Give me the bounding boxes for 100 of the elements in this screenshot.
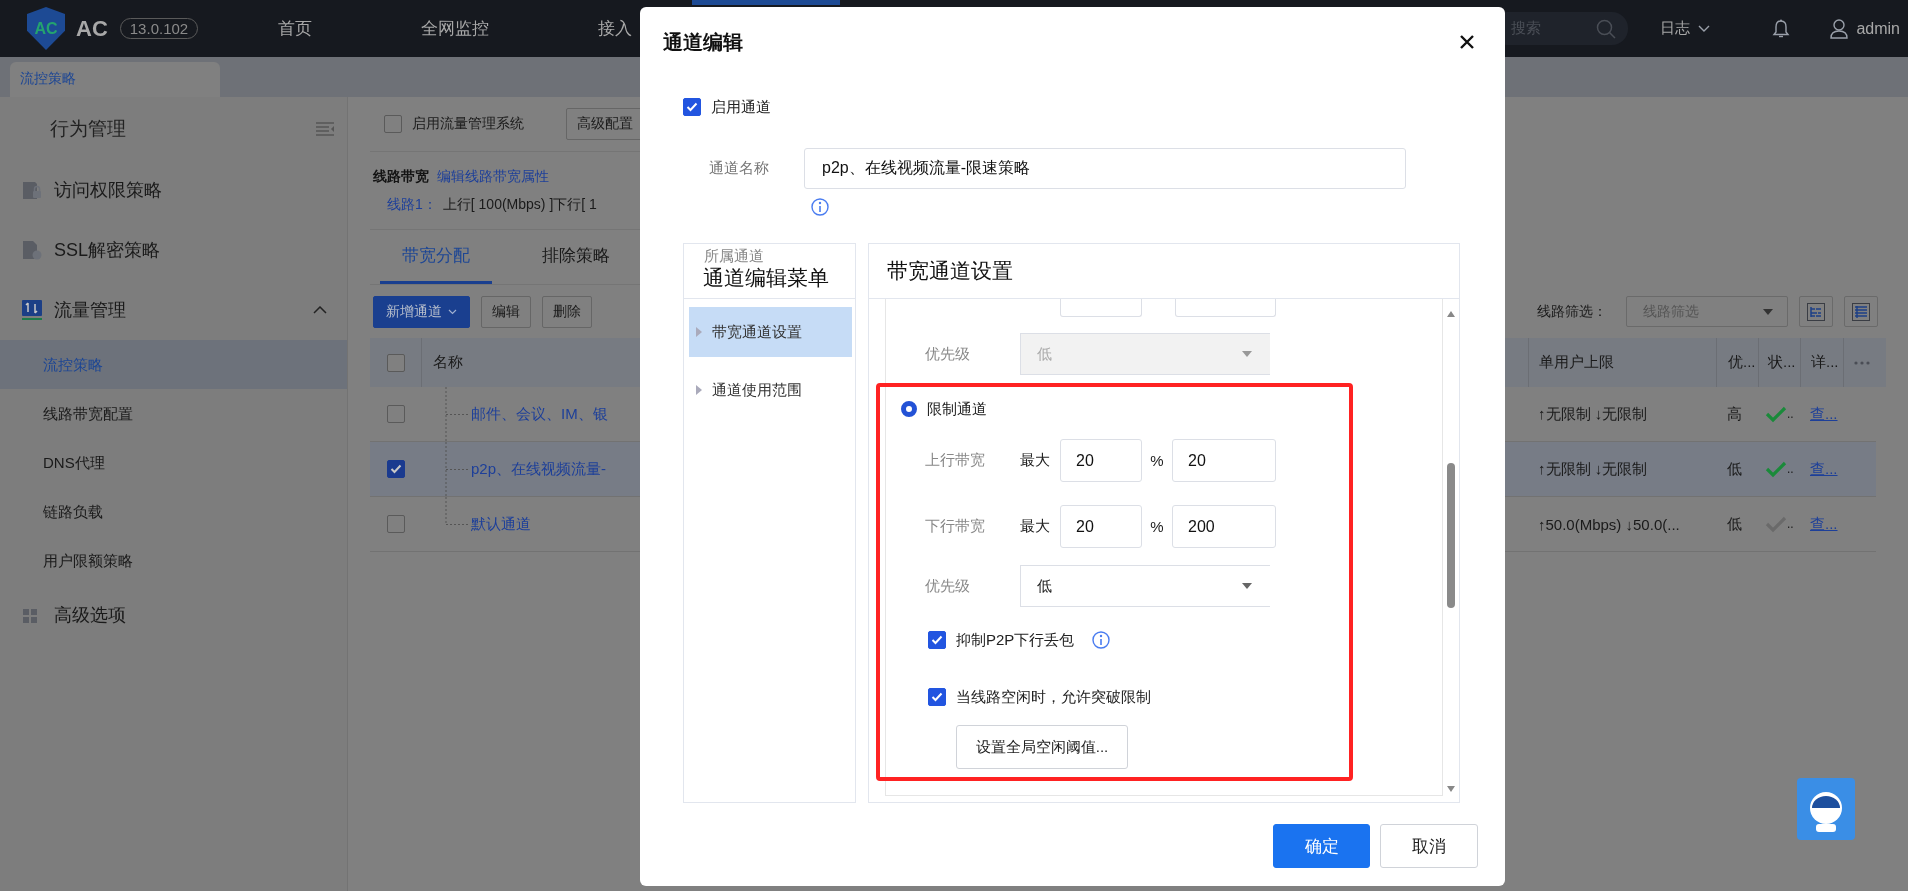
user-icon — [1830, 18, 1849, 39]
column-header: 详... — [1800, 338, 1843, 387]
field-label: 所属通道 — [704, 247, 765, 264]
checkbox[interactable] — [384, 115, 402, 133]
priority-select[interactable]: 低 — [1020, 565, 1270, 607]
input-field[interactable]: p2p、在线视频流量-限速策略 — [804, 148, 1406, 189]
checkbox[interactable] — [386, 515, 405, 533]
sidebar-subitem[interactable]: 线路带宽配置 — [0, 389, 347, 438]
checkbox[interactable] — [928, 631, 946, 649]
sidebar-item[interactable]: 流量管理 — [0, 280, 347, 340]
collapse-menu-icon[interactable] — [316, 121, 334, 136]
input-field[interactable]: 20 — [1060, 505, 1142, 548]
sidebar-item[interactable]: 高级选项 — [0, 585, 347, 645]
toolbar-button[interactable]: 删除 — [542, 295, 592, 328]
log-menu[interactable]: 日志 — [1660, 19, 1711, 38]
page-tab[interactable]: 流控策略 — [10, 62, 220, 97]
menu-item[interactable]: 带宽通道设置 — [689, 307, 852, 357]
input-field[interactable]: 200 — [1172, 505, 1276, 548]
panel-title: 带宽通道设置 — [887, 258, 1013, 284]
checkbox-label: 抑制P2P下行丢包 — [956, 630, 1075, 650]
add-channel-button[interactable]: 新增通道 — [373, 295, 470, 328]
helper-icon[interactable] — [1797, 778, 1855, 840]
more-icon — [1854, 360, 1870, 365]
filter-label: 线路筛选： — [1537, 302, 1607, 321]
column-header: 状... — [1758, 338, 1800, 387]
sidebar-item[interactable]: 访问权限策略 — [0, 160, 347, 220]
logo-mark: AC — [27, 7, 65, 50]
nav-item[interactable]: 全网监控 — [375, 17, 536, 40]
table-cell-text: 低 — [1726, 513, 1743, 534]
section-title: 线路带宽 — [373, 167, 429, 186]
sidebar-subitem[interactable]: DNS代理 — [0, 438, 347, 487]
toolbar-button[interactable]: 编辑 — [481, 295, 531, 328]
tree-view-button[interactable] — [1799, 296, 1833, 327]
tab[interactable]: 带宽分配 — [380, 230, 492, 284]
input-field[interactable] — [1060, 299, 1142, 317]
checkbox[interactable] — [386, 353, 405, 372]
table-cell-text: ↑50.0(Mbps) ↓50.0(... — [1537, 514, 1681, 535]
chevron-down-icon — [1698, 24, 1711, 33]
sidebar-title: 行为管理 — [50, 116, 126, 141]
channel-name-link[interactable]: 默认通道 — [471, 514, 531, 534]
panel-title: 通道编辑菜单 — [703, 265, 830, 291]
list-view-button[interactable] — [1844, 296, 1878, 327]
brand-name: AC — [76, 15, 108, 42]
dialog-title: 通道编辑 — [663, 29, 743, 55]
list-view-icon — [1852, 302, 1870, 321]
input-field[interactable]: 20 — [1060, 439, 1142, 482]
checkbox[interactable] — [683, 98, 701, 116]
table-cell-text: ↑无限制 ↓无限制 — [1537, 458, 1649, 479]
max-label: 最大 — [1020, 451, 1051, 470]
radio-label: 限制通道 — [927, 399, 987, 419]
cancel-button[interactable]: 取消 — [1380, 824, 1478, 868]
search-icon — [1596, 18, 1617, 39]
sidebar-item[interactable]: SSL解密策略 — [0, 220, 347, 280]
caret-right-icon — [696, 385, 702, 395]
checkbox[interactable] — [386, 460, 405, 478]
line-value: 上行[ 100(Mbps) ]下行[ 1 — [442, 195, 597, 214]
user-menu[interactable]: admin — [1830, 18, 1900, 39]
table-cell-text: ↑无限制 ↓无限制 — [1537, 403, 1649, 424]
field-label: 上行带宽 — [925, 451, 986, 470]
checkbox-label: 启用通道 — [711, 97, 771, 117]
scroll-up-icon — [1447, 311, 1455, 317]
threshold-button[interactable]: 设置全局空闲阈值... — [956, 725, 1128, 769]
info-icon — [811, 198, 829, 216]
column-header: 优... — [1716, 338, 1758, 387]
checkbox[interactable] — [386, 405, 405, 423]
nav-item[interactable]: 首页 — [215, 17, 376, 40]
status-text: .. — [1787, 517, 1794, 531]
advanced-config-button[interactable]: 高级配置 — [566, 108, 640, 140]
bell-icon[interactable] — [1772, 18, 1791, 39]
unit-label: % — [1149, 452, 1165, 469]
status-text: .. — [1787, 462, 1794, 476]
document-lock-icon — [22, 180, 42, 200]
detail-link[interactable]: 查... — [1810, 404, 1838, 424]
channel-name-link[interactable]: p2p、在线视频流量- — [471, 459, 607, 479]
field-label: 优先级 — [925, 344, 971, 364]
scroll-down-icon — [1447, 786, 1455, 792]
document-shield-icon — [22, 240, 42, 260]
checkbox[interactable] — [928, 688, 946, 706]
sidebar-subitem[interactable]: 用户限额策略 — [0, 536, 347, 585]
field-label: 优先级 — [925, 576, 971, 596]
channel-name-link[interactable]: 邮件、会议、IM、银 — [471, 404, 608, 424]
max-label: 最大 — [1020, 517, 1051, 536]
input-field[interactable]: 20 — [1172, 439, 1276, 482]
sidebar-subitem[interactable]: 链路负载 — [0, 487, 347, 536]
column-header: 名称 — [421, 338, 463, 387]
detail-link[interactable]: 查... — [1810, 459, 1838, 479]
checkbox-label: 当线路空闲时，允许突破限制 — [956, 687, 1151, 707]
close-button[interactable] — [1459, 34, 1475, 50]
radio-button[interactable] — [901, 401, 917, 417]
line-label: 线路1： — [387, 195, 437, 214]
caret-icon — [1242, 351, 1252, 357]
chevron-down-icon — [448, 308, 457, 315]
detail-link[interactable]: 查... — [1810, 514, 1838, 534]
confirm-button[interactable]: 确定 — [1273, 824, 1370, 868]
scrollbar-thumb[interactable] — [1447, 463, 1455, 608]
tab[interactable]: 排除策略 — [520, 230, 632, 284]
input-field[interactable] — [1175, 299, 1276, 317]
status-text: .. — [1787, 407, 1794, 421]
menu-item[interactable]: 通道使用范围 — [689, 365, 852, 415]
edit-link[interactable]: 编辑线路带宽属性 — [437, 167, 549, 186]
